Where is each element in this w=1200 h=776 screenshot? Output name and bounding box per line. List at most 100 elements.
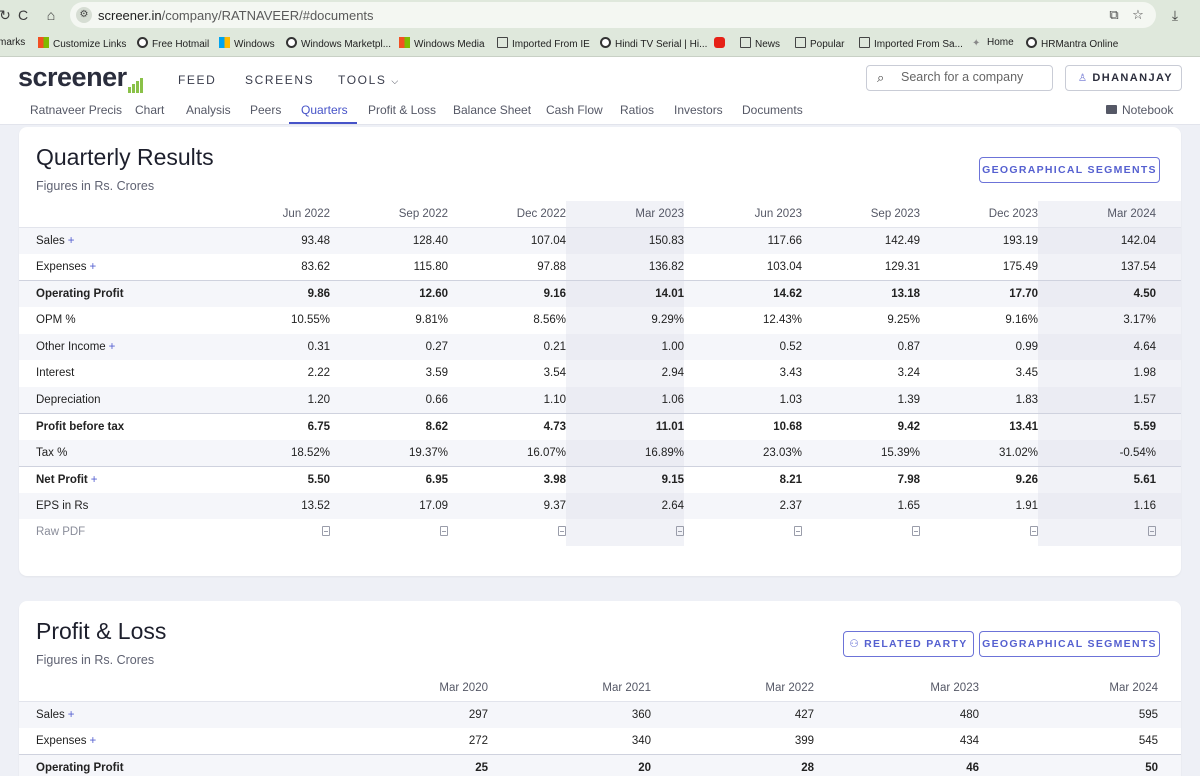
screener-logo[interactable]: screener — [18, 62, 144, 93]
expand-plus-icon[interactable]: + — [68, 709, 75, 721]
pdf-file-icon[interactable] — [794, 525, 802, 536]
pdf-file-icon[interactable] — [1030, 525, 1038, 536]
tab-investors[interactable]: Investors — [674, 103, 723, 117]
expand-plus-icon[interactable]: + — [68, 235, 75, 247]
bookmark-item[interactable]: ✦ Home — [972, 37, 1014, 49]
table-cell: 46 — [814, 754, 979, 776]
home-icon[interactable]: ⌂ — [42, 6, 60, 24]
forward-icon[interactable]: ↻ — [0, 6, 14, 24]
table-cell: 129.31 — [884, 261, 920, 273]
expand-plus-icon[interactable]: + — [90, 735, 97, 747]
row-label[interactable]: Sales + — [19, 227, 212, 254]
pdf-link[interactable] — [212, 519, 330, 546]
table-cell: 1.83 — [920, 386, 1038, 413]
table-row: Other Income +0.31 0.27 0.21 1.00 0.52 0.87 0.9… — [19, 333, 1181, 360]
address-bar[interactable]: ⚙ screener.in/company/RATNAVEER/#documen… — [70, 2, 1156, 28]
tab-ratnaveer-precis[interactable]: Ratnaveer Precis — [30, 103, 122, 117]
bookmark-item[interactable]: Hindi TV Serial | Hi... — [600, 37, 707, 50]
tab-documents[interactable]: Documents — [742, 103, 803, 117]
pdf-link[interactable] — [1038, 519, 1156, 546]
bookmark-item[interactable]: Imported From IE — [497, 37, 590, 50]
raw-pdf-row: Raw PDF — [19, 519, 1181, 546]
table-cell: 1.91 — [920, 492, 1038, 519]
expand-plus-icon[interactable]: + — [109, 341, 116, 353]
bookmark-item[interactable]: Windows Marketpl... — [286, 37, 391, 50]
table-cell: 16.89% — [566, 439, 684, 466]
pdf-file-icon[interactable] — [558, 525, 566, 536]
table-cell: 3.24 — [897, 367, 920, 380]
tab-balance-sheet[interactable]: Balance Sheet — [453, 103, 531, 117]
user-icon: ♙ — [1078, 73, 1089, 84]
table-cell — [1156, 519, 1181, 546]
site-info-icon[interactable]: ⚙ — [76, 7, 92, 23]
search-input[interactable] — [901, 70, 1046, 84]
expand-plus-icon[interactable]: + — [90, 261, 97, 273]
bookmark-item[interactable]: Popular — [795, 37, 844, 50]
row-label[interactable]: Expenses + — [19, 728, 325, 755]
bookmark-item[interactable]: Windows Media — [399, 37, 485, 50]
pdf-link[interactable] — [920, 519, 1038, 546]
row-label[interactable]: Expenses + — [19, 254, 212, 281]
download-icon[interactable]: ⤓ — [1166, 6, 1184, 24]
row-label: Operating Profit — [19, 754, 325, 776]
table-cell: 4.64 — [1038, 333, 1156, 360]
bookmark-item[interactable]: News — [740, 37, 780, 50]
nav-screens[interactable]: SCREENS — [245, 73, 314, 87]
pdf-file-icon[interactable] — [912, 525, 920, 536]
tab-chart[interactable]: Chart — [135, 103, 164, 117]
tab-ratios[interactable]: Ratios — [620, 103, 654, 117]
bookmark-item[interactable]: Windows — [219, 37, 275, 50]
table-cell: 3.59 — [425, 367, 448, 380]
tab-quarters[interactable]: Quarters — [301, 103, 348, 117]
reload-icon[interactable]: C — [14, 6, 32, 24]
table-cell: 14.01 — [566, 280, 684, 307]
pdf-link[interactable] — [802, 519, 920, 546]
table-row: EPS in Rs 13.52 17.09 9.37 2.64 2.37 1.65 1.91 1… — [19, 492, 1181, 519]
pdf-link[interactable] — [566, 519, 684, 546]
install-app-icon[interactable]: ⧉ — [1106, 7, 1122, 23]
bookmark-star-icon[interactable]: ☆ — [1130, 7, 1146, 23]
notebook-link[interactable]: Notebook — [1106, 103, 1173, 117]
pdf-file-icon[interactable] — [676, 525, 684, 536]
related-party-button[interactable]: ⚇ RELATED PARTY — [843, 631, 974, 657]
expand-plus-icon[interactable]: + — [91, 474, 98, 486]
row-label[interactable]: Sales + — [19, 701, 325, 728]
table-cell: 399 — [794, 735, 814, 747]
bookmark-item[interactable] — [714, 37, 729, 50]
table-cell — [1156, 254, 1181, 281]
table-row: Expenses +272 340 399 434 545 — [19, 728, 1181, 755]
row-label-text: Net Profit — [36, 473, 88, 486]
tab-cash-flow[interactable]: Cash Flow — [546, 103, 603, 117]
bookmark-item[interactable]: HRMantra Online — [1026, 37, 1118, 50]
pdf-file-icon[interactable] — [1148, 525, 1156, 536]
pdf-link[interactable] — [448, 519, 566, 546]
tab-profit-loss[interactable]: Profit & Loss — [368, 103, 436, 117]
company-search[interactable]: ⌕ — [866, 65, 1053, 91]
pdf-link[interactable] — [684, 519, 802, 546]
table-row: Sales +93.48 128.40 107.04 150.83 117.66 142.4… — [19, 227, 1181, 254]
bookmark-item[interactable]: Imported From Sa... — [859, 37, 963, 50]
header-cell — [1156, 201, 1181, 228]
pdf-file-icon[interactable] — [440, 525, 448, 536]
bookmark-item[interactable]: marks — [0, 37, 25, 48]
pdf-link[interactable] — [330, 519, 448, 546]
row-label-text: Operating Profit — [36, 762, 124, 774]
nav-feed[interactable]: FEED — [178, 73, 216, 87]
row-label[interactable]: Net Profit + — [19, 465, 212, 493]
table-cell — [1156, 307, 1181, 334]
bookmark-item[interactable]: Free Hotmail — [137, 37, 209, 50]
tab-peers[interactable]: Peers — [250, 103, 281, 117]
table-cell: 115.80 — [413, 261, 448, 273]
row-label[interactable]: Other Income + — [19, 333, 212, 360]
table-row: Tax % 18.52% 19.37% 16.07% 16.89% 23.03% 15.39… — [19, 439, 1181, 466]
table-cell: 360 — [488, 701, 651, 728]
nav-tools[interactable]: TOOLS ⌵ — [338, 73, 400, 87]
pdf-file-icon[interactable] — [322, 525, 330, 536]
geographical-segments-button[interactable]: GEOGRAPHICAL SEGMENTS — [979, 157, 1160, 183]
table-header-row: Mar 2020 Mar 2021 Mar 2022 Mar 2023 Mar … — [19, 675, 1181, 702]
bookmark-item[interactable]: Customize Links — [38, 37, 126, 50]
table-cell: 31.02% — [920, 439, 1038, 466]
user-menu-button[interactable]: ♙ DHANANJAY — [1065, 65, 1182, 91]
geographical-segments-button[interactable]: GEOGRAPHICAL SEGMENTS — [979, 631, 1160, 657]
tab-analysis[interactable]: Analysis — [186, 103, 231, 117]
